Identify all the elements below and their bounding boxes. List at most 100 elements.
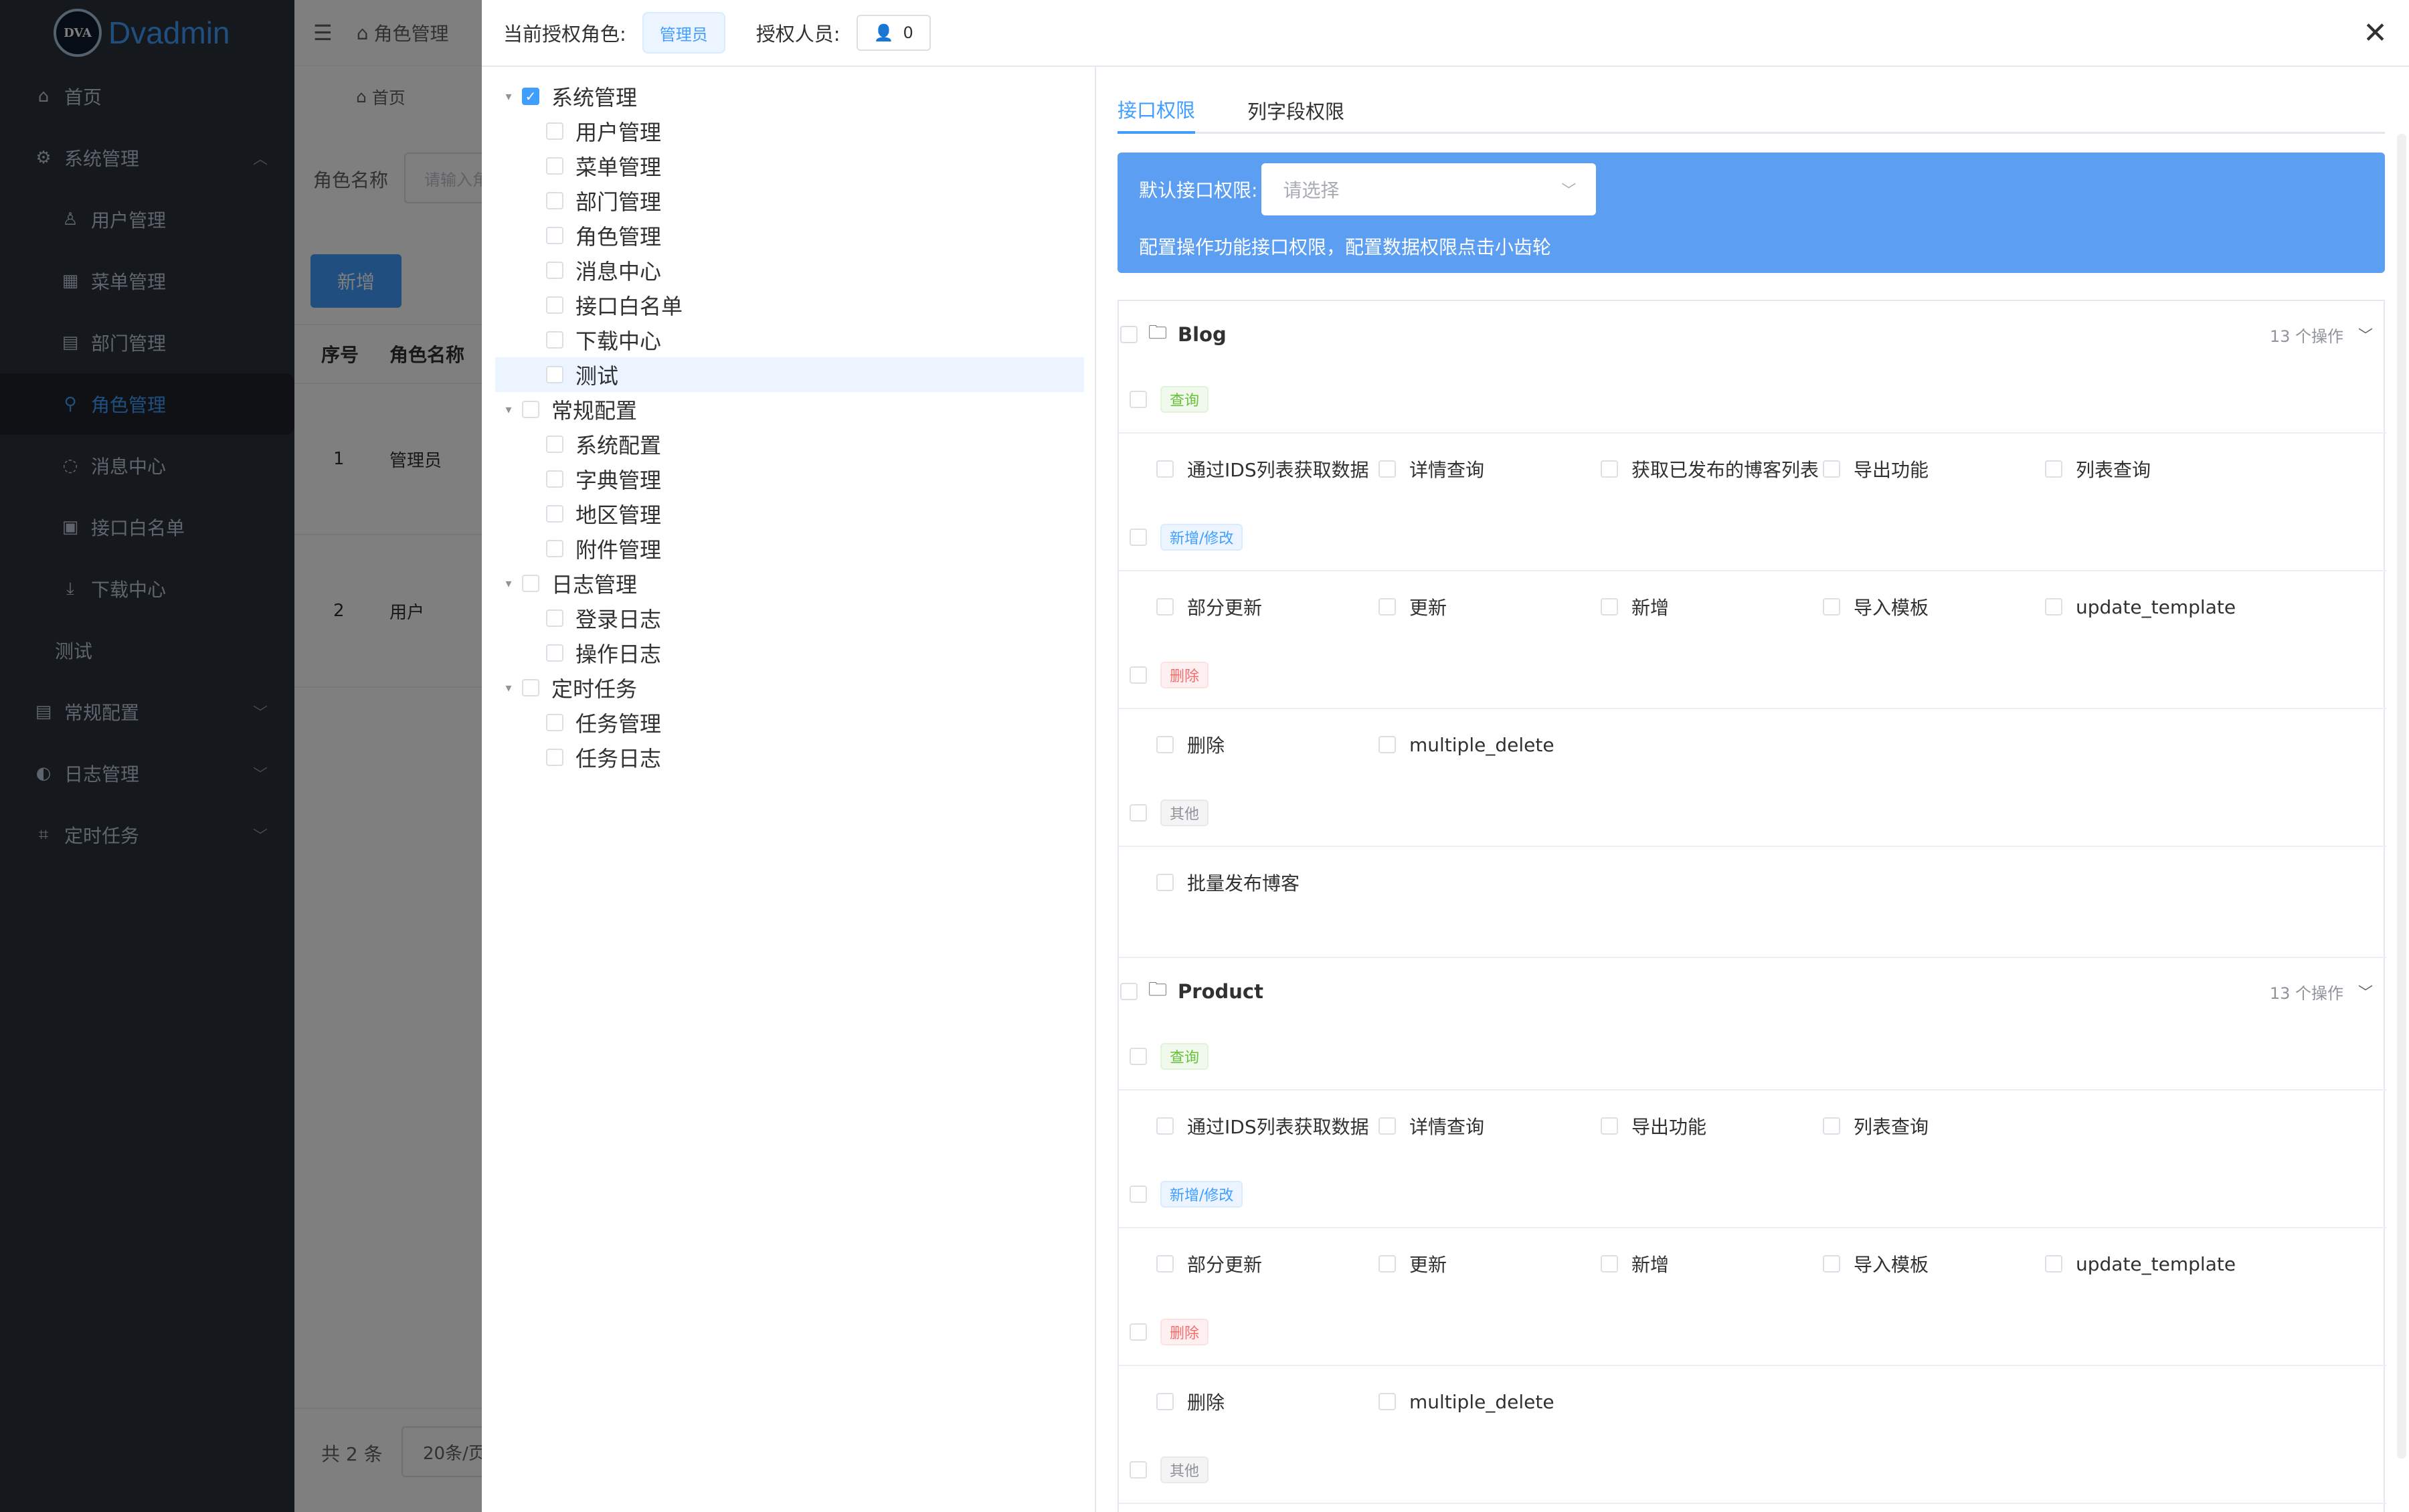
tree-checkbox[interactable] [546, 540, 563, 557]
tree-checkbox[interactable] [546, 436, 563, 453]
permission-group-header[interactable]: 🗀 Blog 13 个操作 ﹀ [1119, 302, 2386, 367]
chevron-down-icon[interactable]: ﹀ [2358, 981, 2373, 1002]
operation-checkbox-item[interactable]: 部分更新 [1156, 571, 1262, 642]
operation-checkbox-item[interactable]: 通过IDS列表获取数据 [1156, 434, 1369, 504]
tree-checkbox[interactable] [546, 192, 563, 209]
tree-node[interactable]: 附件管理 [519, 531, 661, 566]
operation-checkbox-item[interactable]: multiple_delete [1378, 1366, 1554, 1437]
tree-node[interactable]: 任务管理 [519, 705, 661, 740]
tab-column-permission[interactable]: 列字段权限 [1247, 87, 1344, 134]
tree-checkbox[interactable] [546, 227, 563, 244]
tree-checkbox[interactable] [546, 122, 563, 140]
tree-checkbox[interactable]: ✓ [522, 88, 539, 105]
group-checkbox[interactable] [1120, 326, 1138, 343]
category-checkbox[interactable] [1130, 529, 1147, 546]
category-checkbox[interactable] [1130, 666, 1147, 684]
operation-checkbox[interactable] [1601, 460, 1618, 478]
operation-checkbox[interactable] [1823, 1117, 1840, 1135]
tree-checkbox[interactable] [546, 470, 563, 488]
operation-checkbox[interactable] [1601, 1255, 1618, 1272]
operation-checkbox[interactable] [1601, 598, 1618, 616]
tree-node[interactable]: 操作日志 [519, 636, 661, 670]
tree-checkbox[interactable] [546, 749, 563, 766]
operation-checkbox-item[interactable]: 更新 [1378, 1228, 1447, 1299]
tree-node[interactable]: 角色管理 [519, 218, 661, 253]
tree-node[interactable]: 接口白名单 [519, 288, 683, 322]
tree-node[interactable]: 用户管理 [519, 114, 661, 149]
operation-checkbox-item[interactable]: 通过IDS列表获取数据 [1156, 1091, 1369, 1161]
operation-checkbox[interactable] [1378, 1117, 1396, 1135]
tree-node[interactable]: 系统配置 [519, 427, 661, 462]
operation-checkbox-item[interactable]: 批量发布博客 [1156, 847, 1300, 918]
operation-checkbox[interactable] [1378, 1393, 1396, 1410]
chevron-down-icon[interactable]: ﹀ [2358, 324, 2373, 345]
tree-checkbox[interactable] [546, 157, 563, 175]
operation-checkbox[interactable] [1823, 598, 1840, 616]
people-button[interactable]: 👤 0 [856, 15, 931, 51]
group-checkbox[interactable] [1120, 983, 1138, 1000]
operation-checkbox-item[interactable]: 导出功能 [1601, 1091, 1706, 1161]
operation-checkbox[interactable] [2045, 1255, 2062, 1272]
category-checkbox[interactable] [1130, 1048, 1147, 1065]
operation-checkbox-item[interactable]: 删除 [1156, 1366, 1225, 1437]
tree-node[interactable]: 测试 [519, 357, 618, 392]
category-checkbox[interactable] [1130, 391, 1147, 408]
tree-node[interactable]: ▾ 定时任务 [495, 670, 637, 705]
operation-checkbox-item[interactable]: 列表查询 [2045, 434, 2151, 504]
operation-checkbox[interactable] [1823, 460, 1840, 478]
tree-checkbox[interactable] [546, 262, 563, 279]
category-checkbox[interactable] [1130, 1461, 1147, 1479]
tree-node[interactable]: ▾ ✓ 系统管理 [495, 79, 637, 114]
operation-checkbox[interactable] [1156, 1393, 1174, 1410]
expand-arrow-icon[interactable]: ▾ [495, 403, 522, 417]
operation-checkbox[interactable] [1156, 460, 1174, 478]
tree-checkbox[interactable] [546, 366, 563, 383]
operation-checkbox[interactable] [1156, 736, 1174, 753]
operation-checkbox[interactable] [1601, 1117, 1618, 1135]
expand-arrow-icon[interactable]: ▾ [495, 577, 522, 591]
operation-checkbox-item[interactable]: 获取已发布的博客列表 [1601, 434, 1819, 504]
tree-checkbox[interactable] [546, 331, 563, 349]
scrollbar[interactable] [2397, 134, 2406, 1458]
tree-node[interactable]: 消息中心 [519, 253, 661, 288]
operation-checkbox[interactable] [1378, 736, 1396, 753]
operation-checkbox-item[interactable]: 详情查询 [1378, 434, 1484, 504]
tree-checkbox[interactable] [546, 644, 563, 662]
operation-checkbox[interactable] [1823, 1255, 1840, 1272]
operation-checkbox-item[interactable]: 删除 [1156, 709, 1225, 780]
tree-node[interactable]: 菜单管理 [519, 149, 661, 183]
operation-checkbox-item[interactable]: multiple_delete [1378, 709, 1554, 780]
default-perm-select[interactable]: 请选择 ﹀ [1261, 163, 1597, 215]
operation-checkbox[interactable] [1156, 1255, 1174, 1272]
tree-node[interactable]: 下载中心 [519, 322, 661, 357]
operation-checkbox-item[interactable]: 部分更新 [1156, 1228, 1262, 1299]
tree-checkbox[interactable] [546, 609, 563, 627]
operation-checkbox-item[interactable]: 导入模板 [1823, 571, 1929, 642]
tree-checkbox[interactable] [522, 679, 539, 696]
tree-node[interactable]: ▾ 常规配置 [495, 392, 637, 427]
operation-checkbox-item[interactable]: 导入模板 [1823, 1228, 1929, 1299]
operation-checkbox[interactable] [1378, 598, 1396, 616]
operation-checkbox[interactable] [1156, 598, 1174, 616]
operation-checkbox-item[interactable]: 新增 [1601, 1228, 1669, 1299]
operation-checkbox-item[interactable]: update_template [2045, 571, 2236, 642]
close-icon[interactable]: ✕ [2363, 16, 2388, 51]
operation-checkbox-item[interactable]: 导出功能 [1823, 434, 1929, 504]
category-checkbox[interactable] [1130, 804, 1147, 822]
operation-checkbox[interactable] [2045, 598, 2062, 616]
tree-checkbox[interactable] [546, 296, 563, 314]
category-checkbox[interactable] [1130, 1323, 1147, 1341]
tree-node[interactable]: 地区管理 [519, 496, 661, 531]
permission-group-header[interactable]: 🗀 Product 13 个操作 ﹀ [1119, 959, 2386, 1024]
tab-api-permission[interactable]: 接口权限 [1118, 87, 1196, 134]
operation-checkbox-item[interactable]: 更新 [1378, 571, 1447, 642]
operation-checkbox-item[interactable]: update_template [2045, 1228, 2236, 1299]
tree-checkbox[interactable] [546, 714, 563, 731]
operation-checkbox-item[interactable]: 详情查询 [1378, 1091, 1484, 1161]
tree-checkbox[interactable] [522, 575, 539, 592]
tree-node[interactable]: ▾ 日志管理 [495, 566, 637, 601]
operation-checkbox-item[interactable]: 新增 [1601, 571, 1669, 642]
tree-checkbox[interactable] [522, 401, 539, 418]
operation-checkbox[interactable] [1378, 1255, 1396, 1272]
tree-node[interactable]: 任务日志 [519, 740, 661, 775]
